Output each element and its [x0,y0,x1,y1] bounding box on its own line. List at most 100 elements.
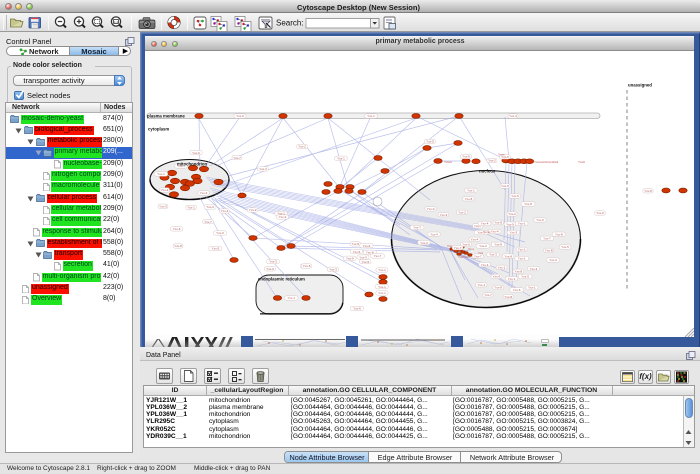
svg-text:Yxx-3: Yxx-3 [509,231,517,235]
svg-text:Yxx-1: Yxx-1 [508,277,516,281]
svg-text:1:1: 1:1 [114,20,119,24]
svg-text:Yxx-2: Yxx-2 [488,159,496,163]
svg-text:Yxx-1: Yxx-1 [518,248,526,252]
svg-text:Yxxx: Yxxx [498,153,505,157]
svg-text:Yxx-5: Yxx-5 [361,260,369,264]
svg-text:Yxx-1: Yxx-1 [518,222,526,226]
svg-text:Yxx-5: Yxx-5 [561,245,569,249]
svg-text:Yxx-7: Yxx-7 [454,246,462,250]
svg-text:YxxYxx: YxxYxx [458,255,469,259]
svg-text:Yxx-0: Yxx-0 [216,231,224,235]
svg-text:Yxx-3: Yxx-3 [440,213,448,217]
svg-text:Yxx-1: Yxx-1 [378,285,386,289]
svg-text:Yxx-2: Yxx-2 [249,208,257,212]
svg-text:Yxx-8: Yxx-8 [504,295,512,299]
svg-text:Yxx-1: Yxx-1 [157,172,165,176]
svg-text:Yxx-6: Yxx-6 [303,264,311,268]
svg-text:Yxx-1: Yxx-1 [187,206,195,210]
svg-text:Yx-xx: Yx-xx [483,230,491,234]
svg-text:Yxx-2: Yxx-2 [298,145,306,149]
svg-text:Yxx-7: Yxx-7 [204,220,212,224]
svg-text:Yxx-2: Yxx-2 [279,215,287,219]
svg-text:Yxx-2: Yxx-2 [479,244,487,248]
svg-text:Yxx-6: Yxx-6 [462,243,470,247]
svg-text:Yxx-1: Yxx-1 [518,257,526,261]
svg-text:Yxx-0: Yxx-0 [536,218,544,222]
svg-text:unassigned: unassigned [628,83,652,88]
svg-text:Yxx-8: Yxx-8 [644,189,652,193]
svg-text:Yxx-7: Yxx-7 [543,237,551,241]
svg-text:Search:: Search: [276,18,304,27]
svg-text:Yxx-9: Yxx-9 [506,222,514,226]
svg-text:Yxx-3: Yxx-3 [420,241,428,245]
svg-text:Yxx-5: Yxx-5 [351,242,359,246]
svg-text:Yxx-3: Yxx-3 [329,268,337,272]
svg-text:Yxx-5: Yxx-5 [511,194,519,198]
svg-text:Yxx-8: Yxx-8 [494,221,502,225]
svg-text:Yxx-4: Yxx-4 [221,209,229,213]
svg-text:Yxx-1: Yxx-1 [498,266,506,270]
svg-text:Yxx: Yxx [478,251,484,255]
svg-text:Yxx-6: Yxx-6 [353,307,361,311]
svg-text:Yxx-9: Yxx-9 [346,257,354,261]
svg-text:Yxx-6: Yxx-6 [462,155,470,159]
svg-text:Yxx-2: Yxx-2 [508,212,516,216]
svg-text:Yxx-3: Yxx-3 [509,114,517,118]
svg-text:Yxx-7: Yxx-7 [233,156,241,160]
svg-text:Yxx-3: Yxx-3 [159,205,167,209]
svg-text:Yxx-3: Yxx-3 [489,253,497,257]
svg-text:Yxx-7: Yxx-7 [374,254,382,258]
svg-text:Yxx-5: Yxx-5 [212,247,220,251]
svg-text:Yxx-0: Yxx-0 [236,114,244,118]
svg-text:Yxx-6: Yxx-6 [173,227,181,231]
svg-text:Yxx-0: Yxx-0 [266,267,274,271]
svg-text:Yxx-5: Yxx-5 [521,275,529,279]
svg-text:Yxx-6: Yxx-6 [353,250,361,254]
svg-text:Yxx-4: Yxx-4 [481,263,489,267]
svg-text:Yxx-8: Yxx-8 [494,286,502,290]
svg-text:Yxx-4: Yxx-4 [491,230,499,234]
svg-text:YxxxxxOxxxxxbxd: YxxxxxOxxxxxbxd [534,160,559,164]
svg-text:Yxx-8: Yxx-8 [514,270,522,274]
svg-text:Yxx-1: Yxx-1 [378,291,386,295]
svg-text:Yxx-0: Yxx-0 [596,211,604,215]
svg-text:endoplasmic reticulum: endoplasmic reticulum [258,276,305,281]
svg-text:mitochondrion: mitochondrion [177,161,207,166]
svg-text:Yxx-0: Yxx-0 [426,140,434,144]
svg-text:Yxx-4: Yxx-4 [481,222,489,226]
svg-text:Yxx-8: Yxx-8 [524,202,532,206]
svg-text:Yxx-6: Yxx-6 [493,275,501,279]
svg-text:Yxx-3: Yxx-3 [269,260,277,264]
svg-text:cytoplasm: cytoplasm [148,126,169,131]
svg-text:Yxx-0: Yxx-0 [206,205,214,209]
svg-text:Yxx-4: Yxx-4 [161,188,169,192]
svg-text:Yxx-1: Yxx-1 [367,114,375,118]
svg-text:Yxx: Yxx [447,244,453,248]
svg-text:Yxx-1: Yxx-1 [467,189,475,193]
svg-text:Yxx-6: Yxx-6 [513,288,521,292]
svg-text:Yx-x: Yx-x [468,247,475,251]
svg-text:Yxx-3: Yxx-3 [200,191,208,195]
svg-text:Yxx-8: Yxx-8 [555,232,563,236]
svg-text:Yxx-7: Yxx-7 [484,293,492,297]
svg-text:Yxx-3: Yxx-3 [259,167,267,171]
svg-text:Yxx-8: Yxx-8 [494,243,502,247]
svg-text:YxxC: YxxC [578,160,586,164]
svg-text:Yxxxx: Yxxxx [444,160,453,164]
svg-text:Yxx-4: Yxx-4 [430,232,438,236]
svg-text:Yxx-8: Yxx-8 [174,244,182,248]
svg-text:Yxx-2: Yxx-2 [458,211,466,215]
svg-text:Yxx-6: Yxx-6 [192,151,200,155]
svg-text:plasma membrane: plasma membrane [147,113,185,118]
svg-text:Yxx-8: Yxx-8 [504,254,512,258]
svg-text:Yxx-8: Yxx-8 [465,197,473,201]
svg-text:Yxx-6: Yxx-6 [363,244,371,248]
svg-text:Yxx-7: Yxx-7 [413,226,421,230]
svg-text:Yxx-8: Yxx-8 [545,249,553,253]
svg-text:Yxx-5: Yxx-5 [501,184,509,188]
svg-text:nucleus: nucleus [479,168,496,173]
svg-text:Yxx-1: Yxx-1 [287,296,295,300]
svg-text:Yxx-1: Yxx-1 [337,157,345,161]
svg-text:Yxx-3: Yxx-3 [359,255,367,259]
svg-text:Yxx-0: Yxx-0 [427,207,435,211]
